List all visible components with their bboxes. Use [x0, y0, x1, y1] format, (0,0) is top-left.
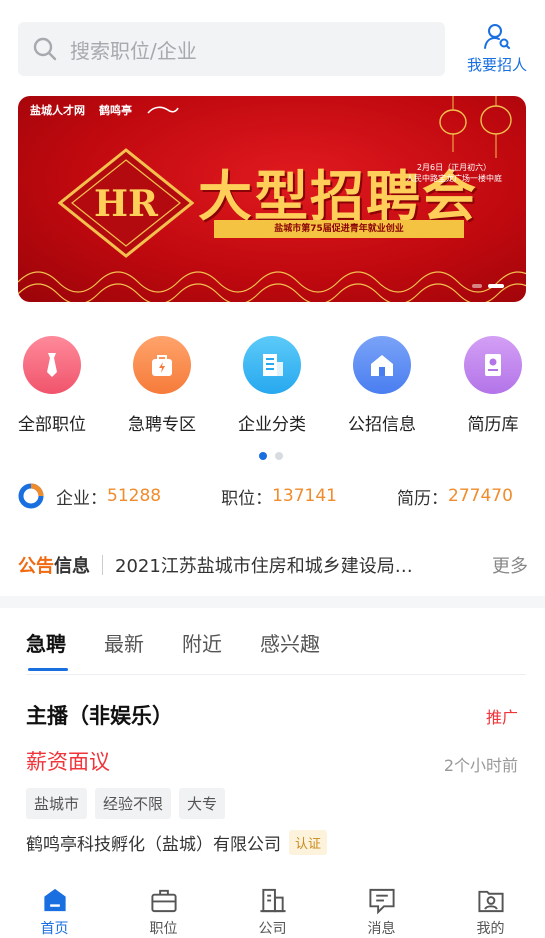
- message-icon: [368, 888, 395, 915]
- banner-wave-pattern: [18, 271, 526, 302]
- lantern-icon: [439, 96, 512, 158]
- powerlong-logo-icon: [147, 106, 179, 114]
- nav-home[interactable]: 首页: [0, 878, 109, 938]
- home-icon: [353, 336, 411, 394]
- banner-dot: [472, 284, 482, 288]
- recruit-button[interactable]: 我要招人: [462, 22, 532, 78]
- notice-text[interactable]: 2021江苏盐城市住房和城乡建设局…: [115, 552, 445, 578]
- menu-label: 急聘专区: [128, 415, 196, 435]
- nav-messages[interactable]: 消息: [327, 878, 436, 938]
- tie-icon: [23, 336, 81, 394]
- sponsor-hemingting: 鹤鸣亭: [99, 104, 132, 117]
- nav-profile[interactable]: 我的: [436, 878, 545, 938]
- notice-separator: [102, 555, 103, 575]
- stat-job-value: 137141: [272, 486, 337, 506]
- job-cert-badge: 认证: [289, 830, 328, 855]
- home-nav-icon: [43, 888, 66, 912]
- notice-bar[interactable]: 公告 信息 2021江苏盐城市住房和城乡建设局… 更多: [18, 548, 528, 582]
- menu-label: 企业分类: [238, 415, 306, 435]
- stat-company-label: 企业：: [56, 488, 107, 509]
- menu-pager-dot-active: [259, 452, 267, 460]
- job-tabs: 急聘 最新 附近 感兴趣: [26, 628, 320, 671]
- job-time: 2个小时前: [443, 756, 518, 775]
- search-icon: [33, 37, 57, 61]
- sponsor-ychr: 盐城人才网: [30, 104, 85, 117]
- menu-pager: [259, 452, 283, 460]
- hr-diamond-logo: HR: [58, 148, 194, 258]
- stat-resume-value: 277470: [448, 486, 513, 506]
- stat-job-label: 职位：: [221, 488, 273, 509]
- search-input[interactable]: 搜索职位/企业: [18, 22, 445, 76]
- banner-pager: [472, 284, 504, 288]
- resume-icon: [464, 336, 522, 394]
- nav-label: 职位: [149, 921, 178, 937]
- nav-label: 首页: [40, 921, 69, 937]
- header: 搜索职位/企业 我要招人: [0, 0, 545, 90]
- notice-tag-b: 信息: [54, 556, 90, 577]
- job-company: 鹤鸣亭科技孵化（盐城）有限公司 认证: [26, 830, 328, 855]
- tabs-underline: [26, 674, 526, 675]
- menu-public-recruit[interactable]: 公招信息: [327, 336, 437, 435]
- job-title: 主播（非娱乐）: [26, 704, 173, 728]
- section-divider: [0, 596, 545, 608]
- tab-interested[interactable]: 感兴趣: [260, 628, 320, 657]
- notice-tag-a: 公告: [18, 556, 54, 577]
- job-card[interactable]: 主播（非娱乐） 推广 薪资面议 2个小时前 盐城市 经验不限 大专 鹤鸣亭科技孵…: [26, 700, 520, 860]
- menu-resume-bank[interactable]: 简历库: [438, 336, 545, 435]
- promo-banner[interactable]: 盐城人才网 鹤鸣亭 HR 大型招聘会 2月6日（正月初六） 人民中路宝龙广场一楼…: [18, 96, 526, 302]
- briefcase-icon: [150, 889, 177, 913]
- menu-label: 简历库: [467, 415, 519, 435]
- nav-label: 消息: [367, 921, 396, 937]
- profile-icon: [477, 890, 504, 913]
- search-placeholder: 搜索职位/企业: [70, 38, 197, 63]
- banner-dot-active: [488, 284, 504, 288]
- nav-jobs[interactable]: 职位: [109, 878, 218, 938]
- recruit-user-icon: [484, 24, 510, 49]
- job-tag: 盐城市: [26, 788, 88, 819]
- tab-nearby[interactable]: 附近: [182, 628, 222, 657]
- banner-sponsors: 盐城人才网 鹤鸣亭: [30, 102, 180, 118]
- job-tags: 盐城市 经验不限 大专: [26, 788, 226, 819]
- recruit-label: 我要招人: [466, 56, 527, 74]
- urgent-bag-icon: [133, 336, 191, 394]
- tab-urgent[interactable]: 急聘: [26, 628, 68, 671]
- bottom-nav: 首页 职位 公司 消息 我的: [0, 878, 545, 938]
- hr-logo-text: HR: [94, 183, 159, 225]
- job-promo-badge: 推广: [485, 708, 518, 727]
- nav-label: 公司: [258, 921, 287, 937]
- menu-urgent[interactable]: 急聘专区: [107, 336, 217, 435]
- job-tag: 大专: [179, 788, 226, 819]
- job-tag: 经验不限: [95, 788, 172, 819]
- menu-pager-dot: [275, 452, 283, 460]
- job-company-name: 鹤鸣亭科技孵化（盐城）有限公司: [26, 835, 281, 855]
- company-icon: [259, 888, 286, 913]
- menu-label: 全部职位: [18, 415, 86, 435]
- nav-company[interactable]: 公司: [218, 878, 327, 938]
- menu-label: 公招信息: [348, 415, 416, 435]
- tab-latest[interactable]: 最新: [104, 628, 144, 657]
- stat-resume-label: 简历：: [397, 488, 448, 509]
- stats-pie-icon: [18, 483, 44, 509]
- notice-more-link[interactable]: 更多: [492, 552, 528, 578]
- job-salary: 薪资面议: [26, 750, 110, 774]
- menu-all-jobs[interactable]: 全部职位: [0, 336, 107, 435]
- nav-label: 我的: [476, 921, 505, 937]
- stats-bar: 企业： 51288 职位： 137141 简历： 277470: [18, 480, 528, 512]
- banner-subtitle: 盐城市第75届促进青年就业创业: [214, 220, 464, 238]
- stat-company-value: 51288: [107, 486, 162, 506]
- quick-menu: 全部职位 急聘专区 企业分类 公招信息 简历库: [0, 336, 545, 436]
- menu-company-category[interactable]: 企业分类: [217, 336, 327, 435]
- building-icon: [243, 336, 301, 394]
